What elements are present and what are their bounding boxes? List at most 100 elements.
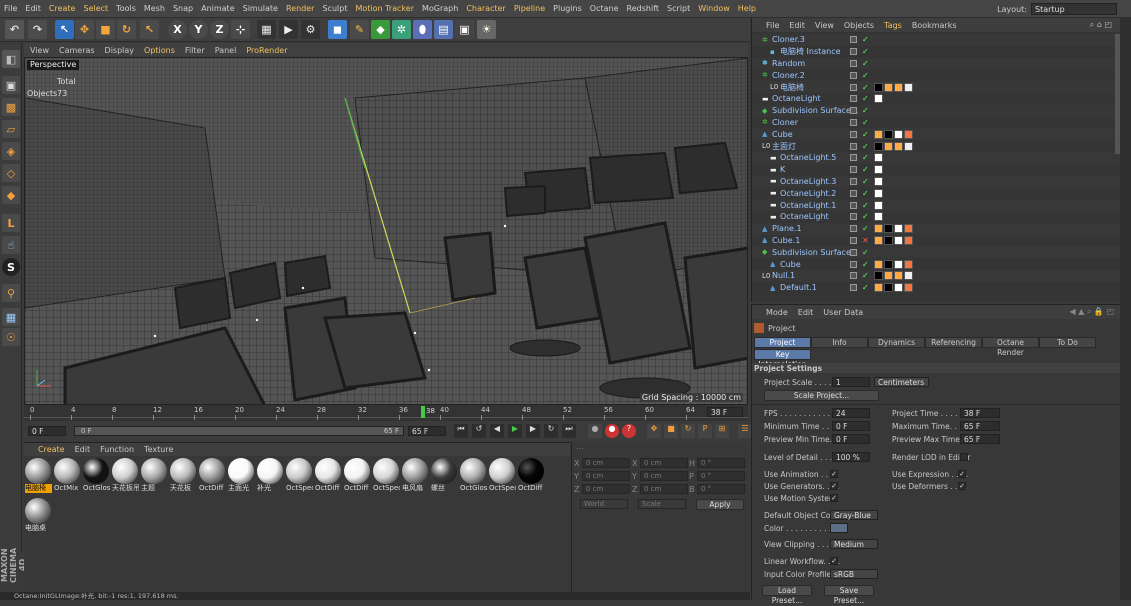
material-tag-icon[interactable] (874, 129, 883, 139)
enabled-check[interactable]: ✓ (862, 283, 869, 292)
material-tag-icon[interactable] (874, 283, 883, 293)
fps-field[interactable]: 24 (832, 408, 870, 418)
objmgr-menu-file[interactable]: File (766, 21, 779, 30)
play-icon[interactable]: ▶ (508, 424, 522, 438)
start-frame-field[interactable]: 0 F (28, 426, 66, 436)
menu-select[interactable]: Select (83, 4, 108, 13)
object-row[interactable]: ▲ Cube ✓ (752, 128, 1121, 141)
minimum-time-field[interactable]: 0 F (832, 421, 870, 431)
material-tag-icon[interactable] (874, 271, 883, 281)
redo-icon[interactable]: ↷ (28, 20, 47, 39)
menu-character[interactable]: Character (466, 4, 506, 13)
menu-script[interactable]: Script (667, 4, 690, 13)
enabled-check[interactable]: ✓ (862, 118, 869, 127)
viewport-menu-display[interactable]: Display (105, 46, 135, 55)
use-deformers-checkbox[interactable]: ✓ (958, 482, 966, 490)
back-arrow-icon[interactable]: ◀ (1069, 307, 1075, 316)
perspective-viewport[interactable]: Perspective Total Objects 73 Grid Spacin… (24, 57, 748, 405)
material-tag-icon[interactable] (894, 271, 903, 281)
timeline-window-icon[interactable]: ☰ (738, 424, 752, 438)
object-row[interactable]: ▲ Cube ✓ (752, 258, 1121, 270)
material-tag-icon[interactable] (904, 235, 913, 245)
visibility-flag[interactable] (850, 59, 857, 67)
material-swatch[interactable]: 主面光 (228, 458, 255, 496)
menu-plugins[interactable]: Plugins (553, 4, 582, 13)
object-name[interactable]: 电脑椅 (780, 82, 804, 93)
model-mode-icon[interactable]: ▣ (2, 76, 20, 94)
use-animation-checkbox[interactable]: ✓ (830, 470, 838, 478)
object-name[interactable]: Cube (772, 130, 793, 139)
visibility-flag[interactable] (850, 236, 857, 244)
material-tag-icon[interactable] (904, 283, 913, 293)
scale-key-icon[interactable]: ■ (664, 424, 678, 438)
attr-menu-mode[interactable]: Mode (766, 308, 788, 317)
visibility-flag[interactable] (850, 248, 857, 256)
material-tag-icon[interactable] (874, 224, 883, 234)
visibility-flag[interactable] (850, 189, 857, 197)
point-level-key-icon[interactable]: ⊞ (715, 424, 729, 438)
material-tag-icon[interactable] (874, 82, 883, 92)
tweak-mode-icon[interactable]: ☝ (2, 236, 20, 254)
material-tag-icon[interactable] (874, 141, 883, 151)
objmgr-menu-objects[interactable]: Objects (844, 21, 874, 30)
material-tag-icon[interactable] (904, 141, 913, 151)
object-row[interactable]: ◆ Subdivision Surface ✓ (752, 246, 1121, 259)
tab-info[interactable]: Info (811, 337, 868, 348)
menu-octane[interactable]: Octane (590, 4, 619, 13)
end-frame-field[interactable]: 65 F (408, 426, 446, 436)
material-tag-icon[interactable] (904, 271, 913, 281)
project-scale-field[interactable]: 1 (832, 377, 870, 387)
attr-menu-edit[interactable]: Edit (798, 308, 814, 317)
object-name[interactable]: OctaneLight (772, 94, 821, 103)
camera-icon[interactable]: ▣ (455, 20, 474, 39)
linear-workflow-checkbox[interactable]: ✓ (830, 557, 838, 565)
menu-snap[interactable]: Snap (173, 4, 193, 13)
material-swatch[interactable]: 电脑桌 (25, 498, 52, 536)
preview-max-field[interactable]: 65 F (960, 434, 1000, 444)
material-swatch[interactable]: 补光 (257, 458, 284, 496)
render-view-icon[interactable]: ▦ (257, 20, 276, 39)
material-swatch[interactable]: 电脑椅 (25, 458, 52, 496)
solo-mode-icon[interactable]: ☉ (2, 328, 20, 346)
object-name[interactable]: K (780, 165, 785, 174)
object-row[interactable]: ▲ Default.1 ✓ (752, 282, 1121, 294)
enabled-check[interactable]: ✓ (862, 153, 869, 162)
tab-to-do[interactable]: To Do (1039, 337, 1096, 348)
coord-value-field[interactable]: 0 cm (582, 458, 630, 468)
render-picture-viewer-icon[interactable]: ▶ (279, 20, 298, 39)
object-name[interactable]: 电脑椅 Instance (780, 46, 841, 57)
color-profile-dropdown[interactable]: sRGB (830, 569, 878, 579)
visibility-flag[interactable] (850, 177, 857, 185)
coord-value-field[interactable]: 0 ° (697, 471, 745, 481)
make-editable-icon[interactable]: ◧ (2, 50, 20, 68)
material-tag-icon[interactable] (904, 224, 913, 234)
object-name[interactable]: Subdivision Surface (772, 248, 851, 257)
object-row[interactable]: ▬ OctaneLight.5 ✓ (752, 152, 1121, 164)
snapping-icon[interactable]: S (2, 258, 20, 276)
objmgr-menu-edit[interactable]: Edit (789, 21, 805, 30)
visibility-flag[interactable] (850, 213, 857, 221)
material-swatch[interactable]: OctGlos (460, 458, 487, 496)
enabled-check[interactable]: ✓ (862, 271, 869, 280)
object-name[interactable]: OctaneLight.2 (780, 189, 836, 198)
visibility-flag[interactable] (850, 272, 857, 280)
object-name[interactable]: OctaneLight (780, 212, 829, 221)
coord-value-field[interactable]: 0 cm (640, 471, 688, 481)
coordinate-system-icon[interactable]: ⊹ (231, 20, 250, 39)
viewport-menu-view[interactable]: View (30, 46, 49, 55)
layout-selector[interactable]: Layout: Startup (997, 3, 1117, 15)
material-tag-icon[interactable] (874, 259, 883, 269)
project-time-field[interactable]: 38 F (960, 408, 1000, 418)
current-frame-marker[interactable] (421, 406, 425, 418)
material-tag-icon[interactable] (884, 82, 893, 92)
menu-mograph[interactable]: MoGraph (422, 4, 458, 13)
select-cursor-icon[interactable]: ↖ (55, 20, 74, 39)
current-frame-field[interactable]: 38 F (707, 407, 743, 417)
material-swatch[interactable]: OctSpec (489, 458, 516, 496)
x-axis-lock-icon[interactable]: X (168, 20, 187, 39)
object-name[interactable]: Plane.1 (772, 224, 802, 233)
lod-field[interactable]: 100 % (832, 452, 870, 462)
object-row[interactable]: L0 Null.1 ✓ (752, 270, 1121, 282)
view-clipping-dropdown[interactable]: Medium (830, 539, 878, 549)
enabled-check[interactable]: ✓ (862, 260, 869, 269)
